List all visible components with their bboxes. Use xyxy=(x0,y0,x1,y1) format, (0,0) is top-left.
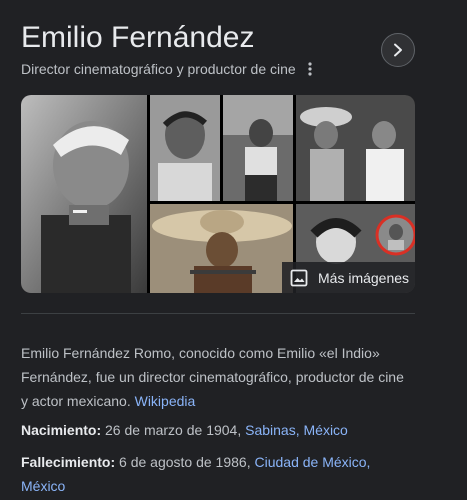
gallery-image-3[interactable] xyxy=(223,95,293,201)
more-images-button[interactable]: Más imágenes xyxy=(282,262,415,293)
more-images-label: Más imágenes xyxy=(318,269,410,286)
death-date: 6 de agosto de 1986, xyxy=(119,454,251,470)
subtitle: Director cinematográfico y productor de … xyxy=(21,61,296,77)
birth-date: 26 de marzo de 1904, xyxy=(105,422,242,438)
death-label: Fallecimiento: xyxy=(21,454,116,470)
gallery-image-5[interactable] xyxy=(150,204,293,293)
gallery-image-4[interactable] xyxy=(296,95,415,201)
fact-death: Fallecimiento: 6 de agosto de 1986, Ciud… xyxy=(21,450,411,498)
death-place-link[interactable]: Ciudad de México, xyxy=(254,454,370,470)
subtitle-row: Director cinematográfico y productor de … xyxy=(21,59,316,79)
birth-place-link[interactable]: Sabinas, México xyxy=(245,422,348,438)
divider xyxy=(21,313,415,314)
wikipedia-link[interactable]: Wikipedia xyxy=(135,393,196,409)
image-icon xyxy=(290,269,308,286)
chevron-right-icon xyxy=(394,43,402,57)
death-country-link[interactable]: México xyxy=(21,478,65,494)
knowledge-panel: Emilio Fernández Director cinematográfic… xyxy=(0,0,467,500)
birth-label: Nacimiento: xyxy=(21,422,102,438)
kebab-icon[interactable] xyxy=(304,61,316,77)
page-title: Emilio Fernández xyxy=(21,21,255,54)
description-text: Emilio Fernández Romo, conocido como Emi… xyxy=(21,345,404,409)
fact-birth: Nacimiento: 26 de marzo de 1904, Sabinas… xyxy=(21,418,411,442)
gallery-image-2[interactable] xyxy=(150,95,220,201)
description: Emilio Fernández Romo, conocido como Emi… xyxy=(21,341,411,413)
gallery-image-1[interactable] xyxy=(21,95,147,293)
next-button[interactable] xyxy=(381,33,415,67)
